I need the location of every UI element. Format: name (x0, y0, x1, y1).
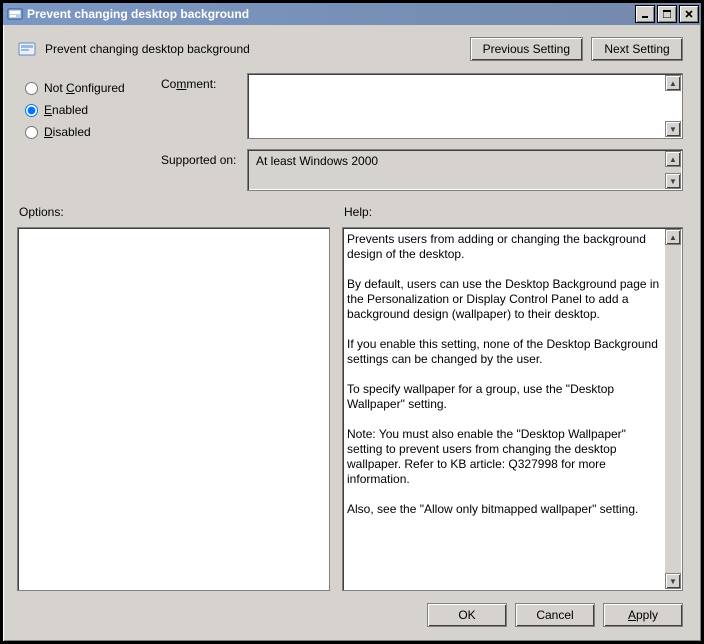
config-row: Not Configured Enabled Disabled Comment: (5, 69, 699, 191)
scroll-down-icon[interactable]: ▼ (665, 121, 681, 137)
state-radios: Not Configured Enabled Disabled (25, 73, 145, 191)
comment-scrollbar[interactable]: ▲ ▼ (665, 75, 681, 137)
scroll-up-icon[interactable]: ▲ (665, 229, 681, 245)
next-setting-button[interactable]: Next Setting (591, 37, 683, 61)
fields: Comment: ▲ ▼ Supported on: At least Wind… (161, 73, 683, 191)
scroll-down-icon[interactable]: ▼ (665, 173, 681, 189)
policy-icon (17, 39, 37, 59)
client-area: Prevent changing desktop background Prev… (5, 27, 699, 639)
policy-header: Prevent changing desktop background Prev… (5, 27, 699, 69)
window-title: Prevent changing desktop background (27, 7, 633, 21)
titlebar[interactable]: Prevent changing desktop background (3, 3, 701, 25)
comment-input[interactable]: ▲ ▼ (247, 73, 683, 139)
scroll-up-icon[interactable]: ▲ (665, 75, 681, 91)
radio-disabled[interactable]: Disabled (25, 121, 145, 143)
radio-enabled[interactable]: Enabled (25, 99, 145, 121)
cancel-button[interactable]: Cancel (515, 603, 595, 627)
options-pane[interactable] (17, 227, 330, 591)
scroll-up-icon[interactable]: ▲ (665, 151, 681, 167)
radio-not-configured[interactable]: Not Configured (25, 77, 145, 99)
supported-scrollbar[interactable]: ▲ ▼ (665, 151, 681, 189)
help-text: Prevents users from adding or changing t… (347, 232, 662, 586)
comment-label: Comment: (161, 73, 247, 91)
supported-on-value: At least Windows 2000 ▲ ▼ (247, 149, 683, 191)
help-label: Help: (342, 205, 683, 227)
footer-buttons: OK Cancel Apply (5, 591, 699, 639)
previous-setting-button[interactable]: Previous Setting (470, 37, 583, 61)
help-scrollbar[interactable]: ▲ ▼ (665, 229, 681, 589)
policy-app-icon (7, 6, 23, 22)
scroll-down-icon[interactable]: ▼ (665, 573, 681, 589)
policy-title: Prevent changing desktop background (45, 42, 462, 56)
help-pane[interactable]: Prevents users from adding or changing t… (342, 227, 683, 591)
dialog-window: Prevent changing desktop background Prev… (2, 2, 702, 642)
close-button[interactable] (679, 5, 699, 23)
maximize-button[interactable] (657, 5, 677, 23)
minimize-button[interactable] (635, 5, 655, 23)
options-label: Options: (17, 205, 330, 227)
window-controls (633, 5, 699, 23)
supported-on-label: Supported on: (161, 149, 247, 167)
panels: Options: Help: Prevents users from addin… (5, 191, 699, 591)
apply-button[interactable]: Apply (603, 603, 683, 627)
ok-button[interactable]: OK (427, 603, 507, 627)
